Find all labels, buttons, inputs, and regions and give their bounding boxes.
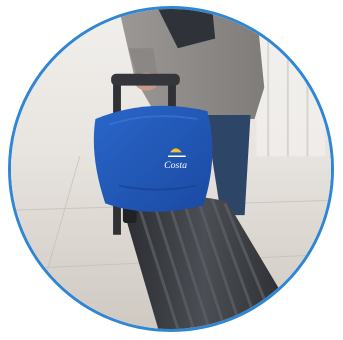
- circular-photo: Costa: [8, 6, 334, 332]
- pillow-logo-text: Costa: [164, 160, 187, 171]
- photo-illustration: Costa: [11, 9, 331, 329]
- window-panes: [256, 28, 326, 176]
- travel-pillow: [93, 105, 213, 212]
- page: Costa: [0, 0, 343, 340]
